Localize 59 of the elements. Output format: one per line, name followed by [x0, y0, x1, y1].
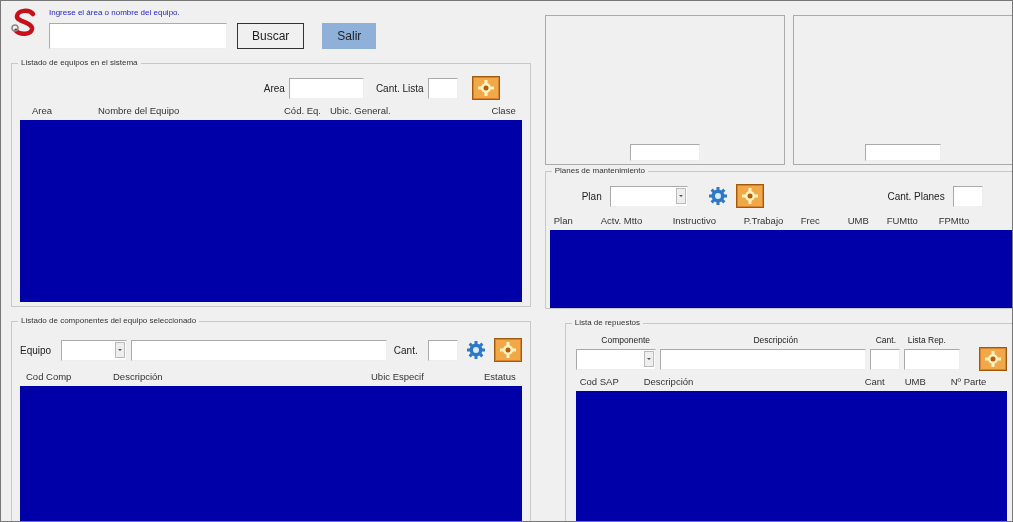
- text-field[interactable]: [288, 77, 364, 99]
- button[interactable]: Salir: [322, 23, 377, 49]
- text-field[interactable]: [903, 348, 960, 370]
- caret-icon[interactable]: [643, 351, 654, 368]
- search-field[interactable]: [49, 23, 227, 49]
- column-header: Actv. Mtto: [600, 214, 644, 229]
- column-header: Ubic Especif: [371, 370, 425, 384]
- field-label: Cant.: [875, 334, 897, 348]
- column-header: Descripción: [643, 375, 695, 390]
- field-label: Area: [263, 81, 285, 96]
- column-header: Instructivo: [672, 214, 717, 229]
- column-header: FUMtto: [886, 214, 919, 229]
- text-field[interactable]: [427, 77, 458, 99]
- group-title: Listado de componentes del equipo seleccionado: [18, 315, 200, 327]
- column-header: P.Trabajo: [743, 214, 785, 229]
- dropdown-field[interactable]: [609, 185, 688, 207]
- text-field[interactable]: [131, 339, 388, 361]
- column-header: Cod SAP: [579, 375, 620, 390]
- gear-button[interactable]: [735, 184, 764, 209]
- column-header: Descripción: [113, 370, 164, 384]
- field-label: Lista Rep.: [907, 334, 947, 348]
- text-field[interactable]: [952, 185, 983, 207]
- field-label: Equipo: [20, 343, 52, 358]
- gear-button[interactable]: [471, 76, 500, 100]
- text-field[interactable]: [427, 339, 458, 361]
- text-field[interactable]: [864, 144, 941, 162]
- field-label: Cant. Planes: [887, 189, 945, 204]
- field-label: Plan: [581, 189, 602, 204]
- caret-icon[interactable]: [675, 188, 686, 205]
- group-title: Listado de equipos en el sistema: [18, 57, 141, 69]
- column-header: Frec: [800, 214, 821, 229]
- gear-button[interactable]: [493, 338, 522, 362]
- button[interactable]: Buscar: [237, 23, 305, 49]
- group-title: Lista de repuestos: [571, 317, 644, 330]
- column-header: Estatus: [484, 370, 516, 384]
- column-header: Nº Parte: [950, 375, 988, 390]
- column-header: Plan: [553, 214, 574, 229]
- caret-icon[interactable]: [115, 342, 126, 358]
- prompt-text: Ingrese el área o nombre del equipo.: [49, 7, 181, 19]
- gear-button[interactable]: [978, 347, 1007, 372]
- column-header: Cant: [864, 375, 886, 390]
- field-label: Componente: [600, 334, 651, 348]
- column-header: FPMtto: [938, 214, 971, 229]
- dropdown-field[interactable]: [575, 348, 656, 370]
- column-header: Nombre del Equipo: [98, 104, 181, 118]
- field-label: Cant. Lista: [375, 81, 424, 96]
- text-field[interactable]: [629, 144, 700, 162]
- column-header: UMB: [904, 375, 927, 390]
- column-header: Cod Comp: [26, 370, 73, 384]
- field-label: Cant.: [393, 343, 418, 358]
- text-field[interactable]: [659, 348, 866, 370]
- column-header: Cód. Eq.: [284, 104, 322, 118]
- column-header: Clase: [490, 104, 516, 118]
- field-label: Descripción: [752, 334, 799, 348]
- text-field[interactable]: [869, 348, 900, 370]
- column-header: Area: [32, 104, 54, 118]
- column-header: Ubic. General.: [330, 104, 392, 118]
- dropdown-field[interactable]: [61, 339, 128, 361]
- column-header: UMB: [847, 214, 870, 229]
